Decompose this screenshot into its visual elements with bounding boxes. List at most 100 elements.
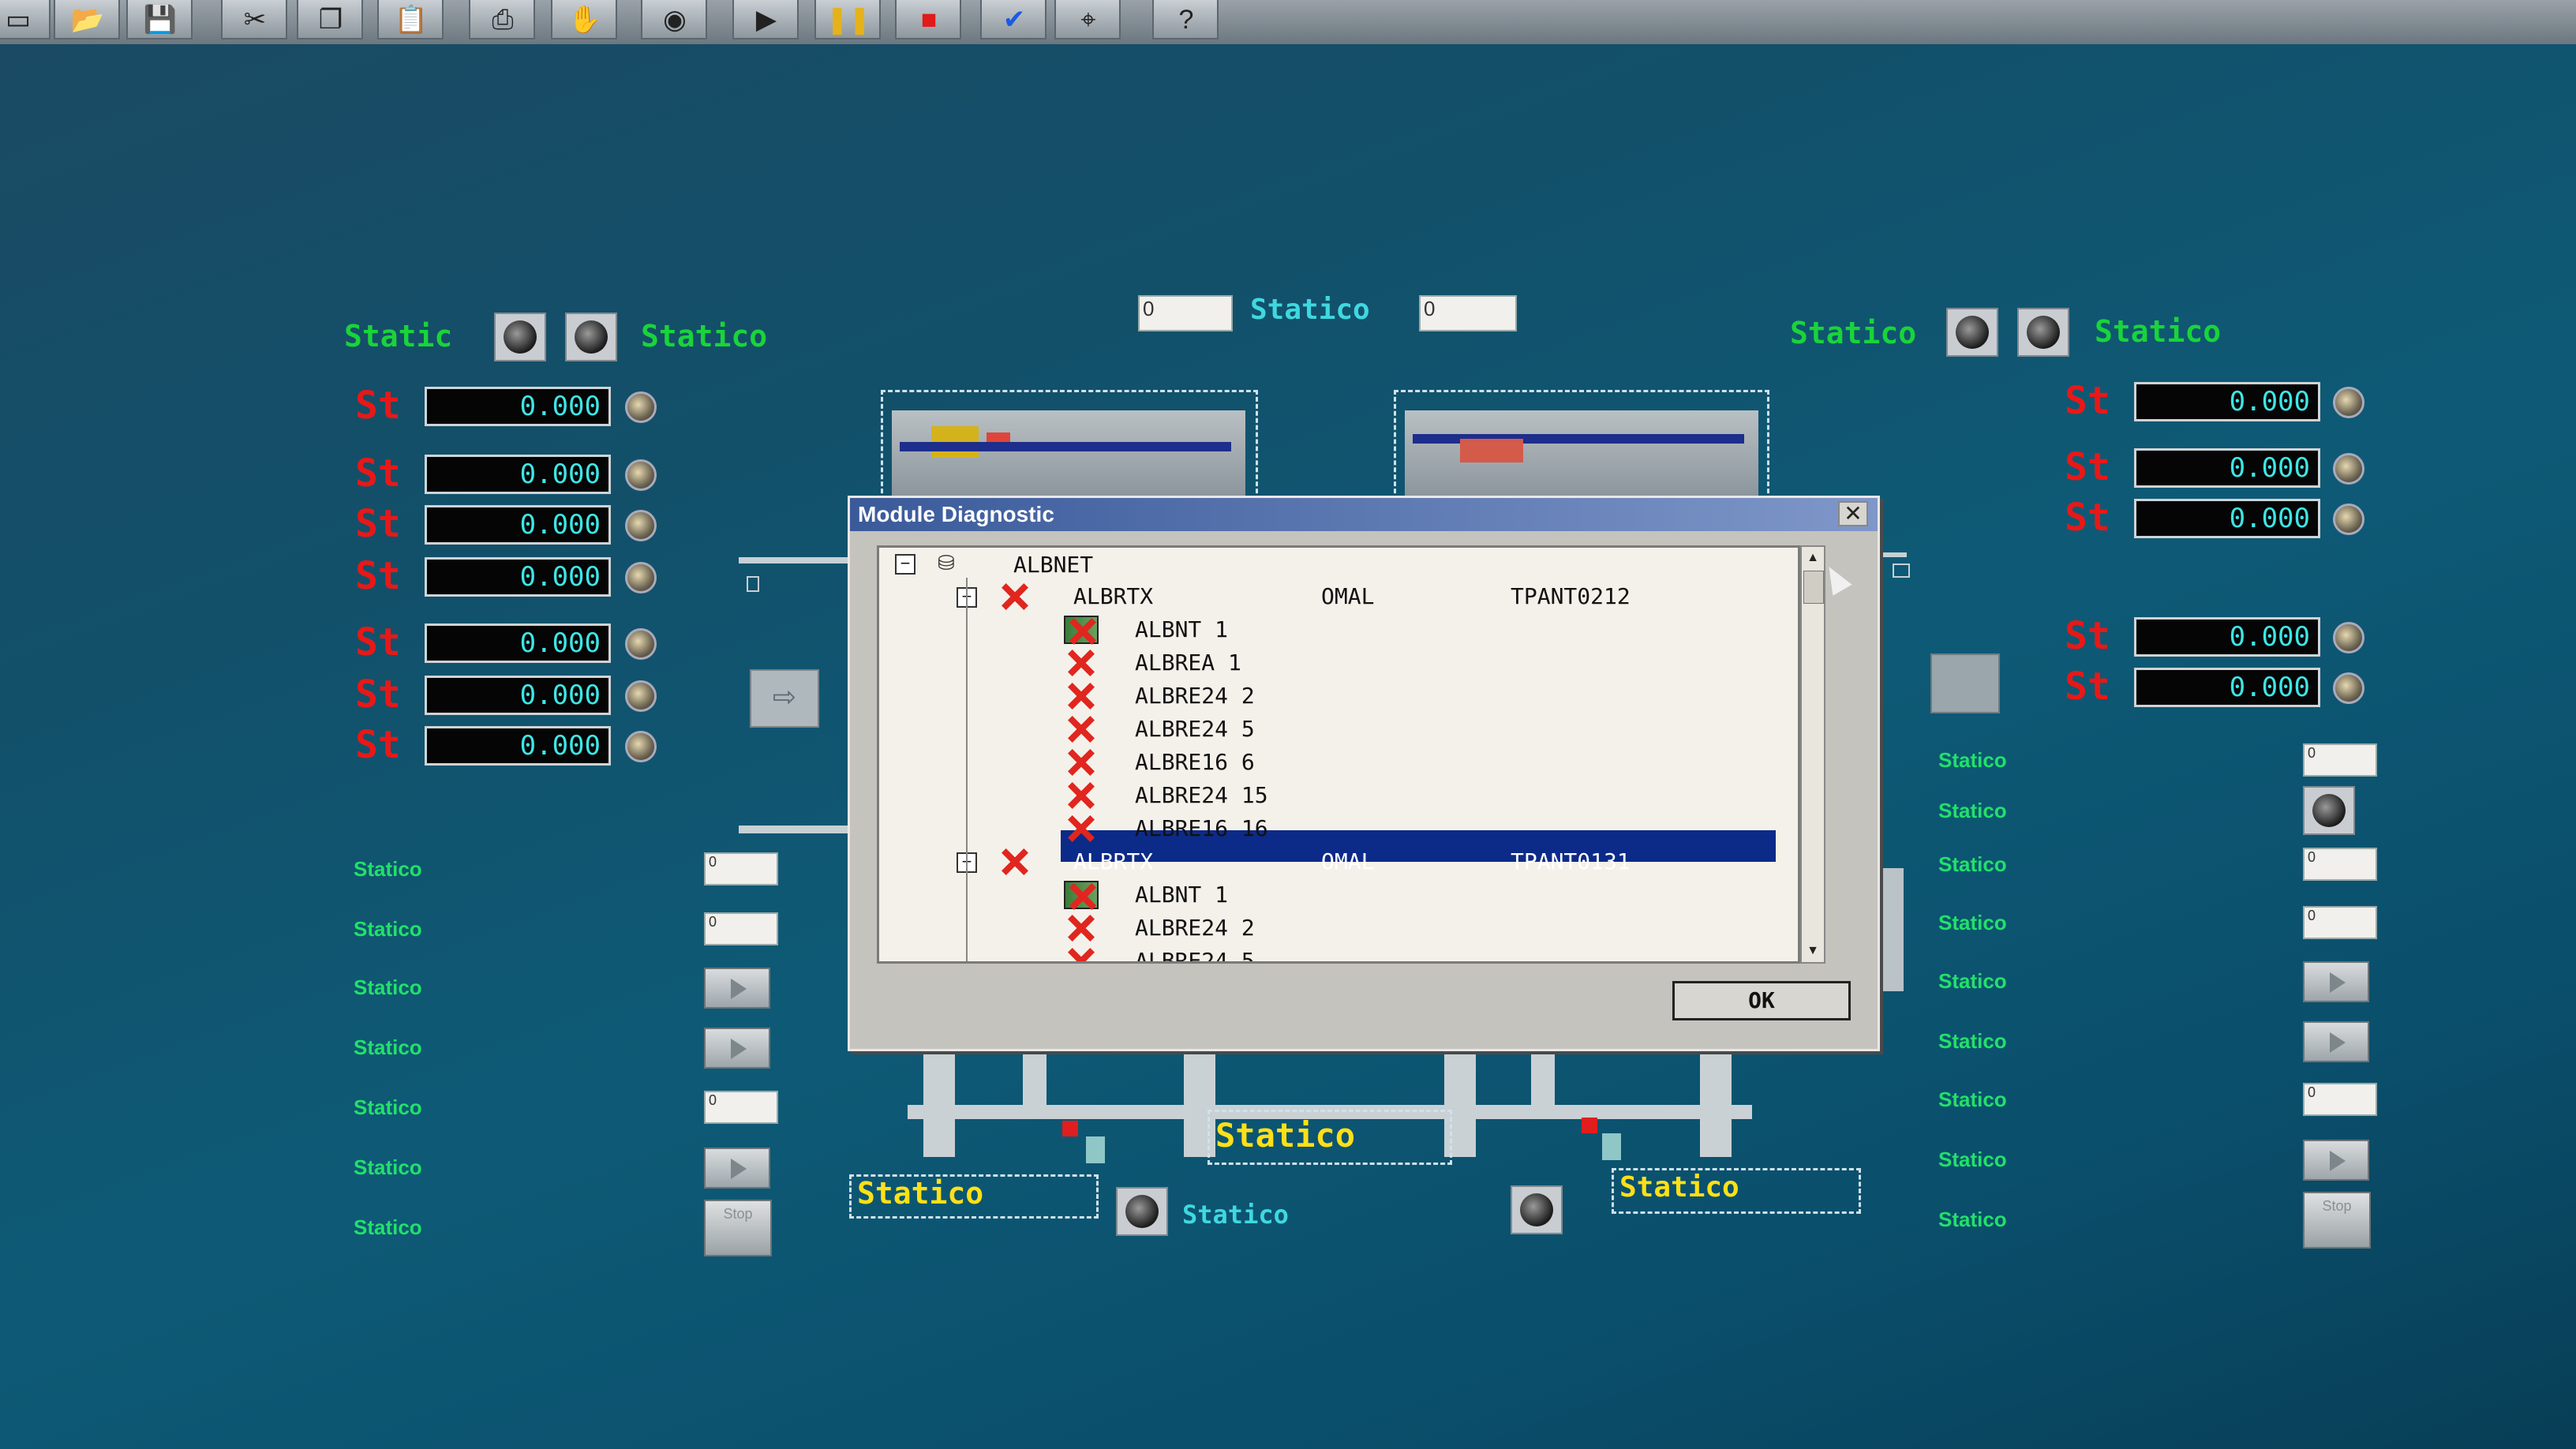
unit-button[interactable] bbox=[1930, 653, 2000, 713]
left-status-lamp-icon bbox=[625, 459, 657, 491]
left-value-display: 0.000 bbox=[425, 676, 611, 715]
selector-knob-icon[interactable] bbox=[1511, 1185, 1563, 1234]
right-play-button[interactable] bbox=[2303, 1021, 2369, 1062]
scroll-up-icon[interactable]: ▲ bbox=[1803, 549, 1822, 567]
play-icon: ▶ bbox=[755, 5, 777, 35]
left-play-button[interactable] bbox=[704, 968, 770, 1009]
right-value-display: 0.000 bbox=[2134, 617, 2320, 657]
group-type: OMAL bbox=[1321, 583, 1375, 609]
machine-part bbox=[1460, 439, 1523, 462]
save-button[interactable]: 💾 bbox=[126, 0, 193, 39]
module-name: ALBNT 1 bbox=[1135, 616, 1229, 642]
right-selector-knob-icon[interactable] bbox=[2303, 786, 2355, 835]
ok-button[interactable]: OK bbox=[1672, 981, 1851, 1020]
gripper-icon bbox=[1602, 1133, 1621, 1160]
stop-button[interactable]: ■ bbox=[895, 0, 961, 39]
new-file-button[interactable]: ▭ bbox=[0, 0, 51, 39]
hand-button[interactable]: ✋ bbox=[551, 0, 617, 39]
left-input[interactable]: 0 bbox=[704, 852, 778, 886]
right-input[interactable]: 0 bbox=[2303, 743, 2377, 777]
right-play-button[interactable] bbox=[2303, 961, 2369, 1002]
print-icon: ⎙ bbox=[492, 4, 514, 35]
left-value-display: 0.000 bbox=[425, 623, 611, 663]
transfer-arrow-icon[interactable]: ⇨ bbox=[750, 669, 819, 728]
left-st-label: St bbox=[355, 451, 401, 496]
copy-button[interactable]: ❐ bbox=[297, 0, 363, 39]
group-name: ALBRTX bbox=[1073, 583, 1154, 609]
left-input[interactable]: 0 bbox=[704, 1091, 778, 1124]
left-statico-label: Statico bbox=[354, 1095, 422, 1119]
right-status-lamp-icon bbox=[2333, 672, 2364, 704]
cut-icon: ✂ bbox=[243, 5, 267, 35]
module-name: ALBRE16 16 bbox=[1135, 815, 1268, 841]
machine-leg bbox=[1531, 1046, 1555, 1118]
selector-knob-icon[interactable] bbox=[494, 313, 546, 361]
conveyor-bar bbox=[739, 826, 849, 833]
selector-knob-icon[interactable] bbox=[1946, 308, 1998, 357]
bottom-statico-left: Statico bbox=[857, 1176, 984, 1211]
module-fault-icon bbox=[1064, 881, 1099, 909]
module-name: ALBNT 1 bbox=[1135, 882, 1229, 908]
print-button[interactable]: ⎙ bbox=[469, 0, 535, 39]
fault-x-icon bbox=[998, 582, 1032, 611]
paste-button[interactable]: 📋 bbox=[377, 0, 444, 39]
check-button[interactable]: ✔ bbox=[980, 0, 1046, 39]
module-tree[interactable]: −⛁ALBNET−ALBRTXOMALTPANT0212ALBNT 1ALBRE… bbox=[877, 545, 1800, 964]
right-status-lamp-icon bbox=[2333, 622, 2364, 653]
right-value-display: 0.000 bbox=[2134, 499, 2320, 538]
camera-button[interactable]: ◉ bbox=[641, 0, 707, 39]
selector-knob-icon[interactable] bbox=[1116, 1187, 1168, 1236]
hand-icon: ✋ bbox=[567, 5, 602, 35]
selector-knob-icon[interactable] bbox=[565, 313, 617, 361]
right-statico-label: Statico bbox=[1938, 969, 2007, 993]
module-fault-icon bbox=[1064, 947, 1099, 961]
new-file-icon: ▭ bbox=[5, 5, 32, 35]
left-input[interactable]: 0 bbox=[704, 912, 778, 945]
selector-knob-icon[interactable] bbox=[2017, 308, 2069, 357]
module-fault-icon bbox=[1064, 682, 1099, 710]
center-input-left[interactable]: 0 bbox=[1138, 295, 1233, 331]
static-label: Static bbox=[344, 319, 453, 354]
open-folder-icon: 📂 bbox=[70, 5, 105, 35]
play-button[interactable]: ▶ bbox=[732, 0, 799, 39]
alarm-indicator bbox=[1062, 1121, 1078, 1136]
close-button[interactable]: ✕ bbox=[1838, 501, 1868, 526]
target-button[interactable]: ⌖ bbox=[1054, 0, 1121, 39]
left-status-lamp-icon bbox=[625, 680, 657, 712]
scroll-down-icon[interactable]: ▼ bbox=[1803, 942, 1822, 960]
left-play-button[interactable] bbox=[704, 1148, 770, 1189]
open-folder-button[interactable]: 📂 bbox=[54, 0, 120, 39]
right-st-label: St bbox=[2065, 665, 2110, 709]
cut-button[interactable]: ✂ bbox=[221, 0, 287, 39]
conveyor-bar bbox=[1875, 552, 1907, 557]
pause-button[interactable]: ❚❚ bbox=[814, 0, 881, 39]
right-st-label: St bbox=[2065, 614, 2110, 658]
right-input[interactable]: 0 bbox=[2303, 906, 2377, 939]
right-input[interactable]: 0 bbox=[2303, 848, 2377, 881]
dialog-title: Module Diagnostic bbox=[850, 498, 1878, 531]
left-stop-button[interactable]: Stop bbox=[704, 1200, 772, 1256]
center-input-right[interactable]: 0 bbox=[1419, 295, 1517, 331]
group-id: TPANT0212 bbox=[1511, 583, 1631, 609]
tree-scrollbar[interactable]: ▲ ▼ bbox=[1800, 545, 1825, 964]
left-play-button[interactable] bbox=[704, 1028, 770, 1069]
right-play-button[interactable] bbox=[2303, 1140, 2369, 1181]
right-stop-button[interactable]: Stop bbox=[2303, 1192, 2371, 1249]
statico-label: Statico bbox=[641, 319, 768, 354]
module-name: ALBRE24 2 bbox=[1135, 683, 1255, 709]
left-statico-label: Statico bbox=[354, 857, 422, 881]
collapse-toggle-icon[interactable]: − bbox=[895, 554, 915, 575]
right-value-display: 0.000 bbox=[2134, 448, 2320, 488]
left-st-label: St bbox=[355, 672, 401, 717]
right-value-display: 0.000 bbox=[2134, 668, 2320, 707]
gripper-icon bbox=[1086, 1136, 1105, 1163]
left-value-display: 0.000 bbox=[425, 557, 611, 597]
left-status-lamp-icon bbox=[625, 391, 657, 423]
help-button[interactable]: ? bbox=[1152, 0, 1219, 39]
module-fault-icon bbox=[1064, 781, 1099, 810]
group-id: TPANT0131 bbox=[1511, 848, 1631, 874]
left-statico-label: Statico bbox=[354, 917, 422, 941]
left-st-label: St bbox=[355, 620, 401, 665]
right-input[interactable]: 0 bbox=[2303, 1083, 2377, 1116]
machine-leg bbox=[1700, 1046, 1732, 1157]
